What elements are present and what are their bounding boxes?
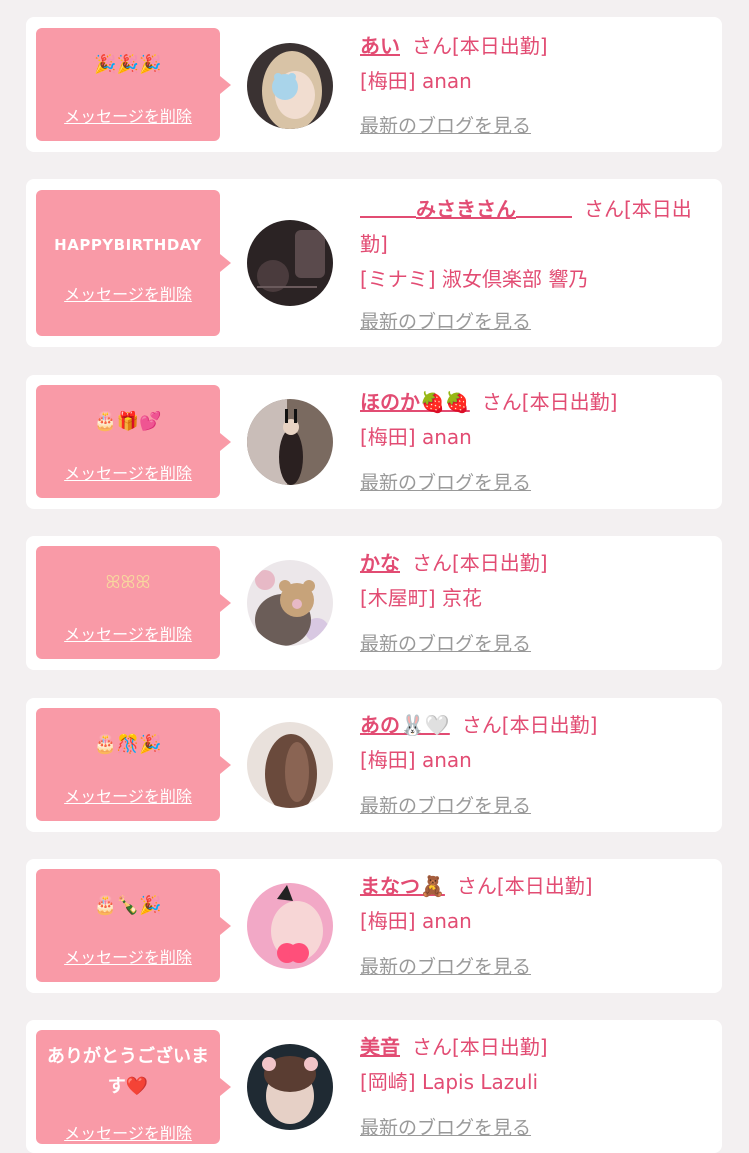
delete-message-link[interactable]: メッセージを削除: [36, 1124, 220, 1144]
dark-night-photo: [247, 220, 333, 306]
pink-sparkle-cat-ears-photo: [247, 883, 333, 969]
message-card: ありがとうございます❤️ メッセージを削除 美音 さん[本日出勤] [岡崎] La…: [26, 1020, 722, 1153]
teddy-bear-sticker-photo: [247, 560, 333, 646]
message-text: 🎂🎁💕: [94, 411, 162, 432]
blonde-woman-bear-sticker-photo: [247, 43, 333, 129]
message-card: 🎂🎁💕 メッセージを削除 ほのか🍓🍓 さん[本日出勤] [梅田] anan 最新の…: [26, 375, 722, 509]
shop-name: [木屋町] 京花: [360, 586, 482, 610]
message-text: ꕤꕤꕤ: [105, 572, 151, 593]
latest-blog-link[interactable]: 最新のブログを見る: [360, 471, 531, 495]
delete-message-link[interactable]: メッセージを削除: [36, 625, 220, 645]
shop-name: [ミナミ] 淑女倶楽部 響乃: [360, 267, 589, 291]
cast-info: あの🐰🤍 さん[本日出勤] [梅田] anan: [360, 708, 706, 778]
underline-spacer: [360, 194, 416, 218]
cast-status: さん[本日出勤]: [412, 1035, 548, 1059]
cast-name-link[interactable]: ほのか🍓🍓: [360, 390, 470, 414]
shop-name: [梅田] anan: [360, 748, 472, 772]
shop-name: [梅田] anan: [360, 425, 472, 449]
message-bubble: ありがとうございます❤️ メッセージを削除: [36, 1030, 231, 1144]
message-bubble: 🎂🎊🎉 メッセージを削除: [36, 708, 231, 821]
avatar[interactable]: [247, 1044, 333, 1130]
message-card: 🎂🎊🎉 メッセージを削除 あの🐰🤍 さん[本日出勤] [梅田] anan 最新のブ…: [26, 698, 722, 832]
message-text: 🎉🎉🎉: [94, 54, 162, 75]
latest-blog-link[interactable]: 最新のブログを見る: [360, 114, 531, 138]
shop-name: [梅田] anan: [360, 909, 472, 933]
latest-blog-link[interactable]: 最新のブログを見る: [360, 1116, 531, 1140]
message-card: ꕤꕤꕤ メッセージを削除 かな さん[本日出勤] [木屋町] 京花 最新のブログを…: [26, 536, 722, 670]
cast-name-link[interactable]: みさきさん: [416, 197, 516, 221]
avatar[interactable]: [247, 883, 333, 969]
cast-status: さん[本日出勤]: [412, 551, 548, 575]
delete-message-link[interactable]: メッセージを削除: [36, 787, 220, 807]
shop-name: [梅田] anan: [360, 69, 472, 93]
ear-filter-selfie-photo: [247, 1044, 333, 1130]
cast-status: さん[本日出勤]: [456, 874, 593, 898]
cast-info: まなつ🧸 さん[本日出勤] [梅田] anan: [360, 869, 706, 939]
cast-status: さん[本日出勤]: [412, 34, 548, 58]
long-brown-hair-photo: [247, 722, 333, 808]
message-bubble: ꕤꕤꕤ メッセージを削除: [36, 546, 231, 659]
message-bubble: 🎂🍾🎉 メッセージを削除: [36, 869, 231, 982]
cast-name-link[interactable]: あい: [360, 34, 400, 58]
avatar[interactable]: [247, 560, 333, 646]
message-bubble: HAPPYBIRTHDAY メッセージを削除: [36, 190, 231, 336]
message-card: HAPPYBIRTHDAY メッセージを削除 みさきさん さん[本日出勤] [ミナ…: [26, 179, 722, 347]
avatar[interactable]: [247, 220, 333, 306]
avatar[interactable]: [247, 399, 333, 485]
cast-info: あい さん[本日出勤] [梅田] anan: [360, 29, 706, 99]
message-card: 🎂🍾🎉 メッセージを削除 まなつ🧸 さん[本日出勤] [梅田] anan 最新のブ…: [26, 859, 722, 993]
delete-message-link[interactable]: メッセージを削除: [36, 464, 220, 484]
message-text: 🎂🎊🎉: [94, 734, 162, 755]
cast-info: かな さん[本日出勤] [木屋町] 京花: [360, 546, 706, 616]
cast-name-link[interactable]: まなつ🧸: [360, 874, 445, 898]
underline-spacer: [516, 194, 572, 218]
message-bubble: 🎂🎁💕 メッセージを削除: [36, 385, 231, 498]
cast-info: ほのか🍓🍓 さん[本日出勤] [梅田] anan: [360, 385, 706, 455]
cast-status: さん[本日出勤]: [481, 390, 618, 414]
message-text: 🎂🍾🎉: [94, 895, 162, 916]
delete-message-link[interactable]: メッセージを削除: [36, 285, 220, 305]
message-text: HAPPYBIRTHDAY: [54, 236, 202, 254]
cast-name-link[interactable]: かな: [360, 551, 400, 575]
bunny-ears-mirror-photo: [247, 399, 333, 485]
cast-status: さん[本日出勤]: [461, 713, 598, 737]
cast-info: 美音 さん[本日出勤] [岡崎] Lapis Lazuli: [360, 1030, 706, 1100]
delete-message-link[interactable]: メッセージを削除: [36, 948, 220, 968]
message-bubble: 🎉🎉🎉 メッセージを削除: [36, 28, 231, 141]
latest-blog-link[interactable]: 最新のブログを見る: [360, 632, 531, 656]
latest-blog-link[interactable]: 最新のブログを見る: [360, 310, 531, 334]
message-text: ありがとうございます❤️: [47, 1046, 209, 1097]
delete-message-link[interactable]: メッセージを削除: [36, 107, 220, 127]
cast-info: みさきさん さん[本日出勤] [ミナミ] 淑女倶楽部 響乃: [360, 192, 706, 297]
latest-blog-link[interactable]: 最新のブログを見る: [360, 794, 531, 818]
cast-name-link[interactable]: あの🐰🤍: [360, 713, 450, 737]
avatar[interactable]: [247, 43, 333, 129]
shop-name: [岡崎] Lapis Lazuli: [360, 1070, 539, 1094]
avatar[interactable]: [247, 722, 333, 808]
message-card: 🎉🎉🎉 メッセージを削除 あい さん[本日出勤] [梅田] anan 最新のブログ…: [26, 17, 722, 152]
cast-name-link[interactable]: 美音: [360, 1035, 400, 1059]
latest-blog-link[interactable]: 最新のブログを見る: [360, 955, 531, 979]
